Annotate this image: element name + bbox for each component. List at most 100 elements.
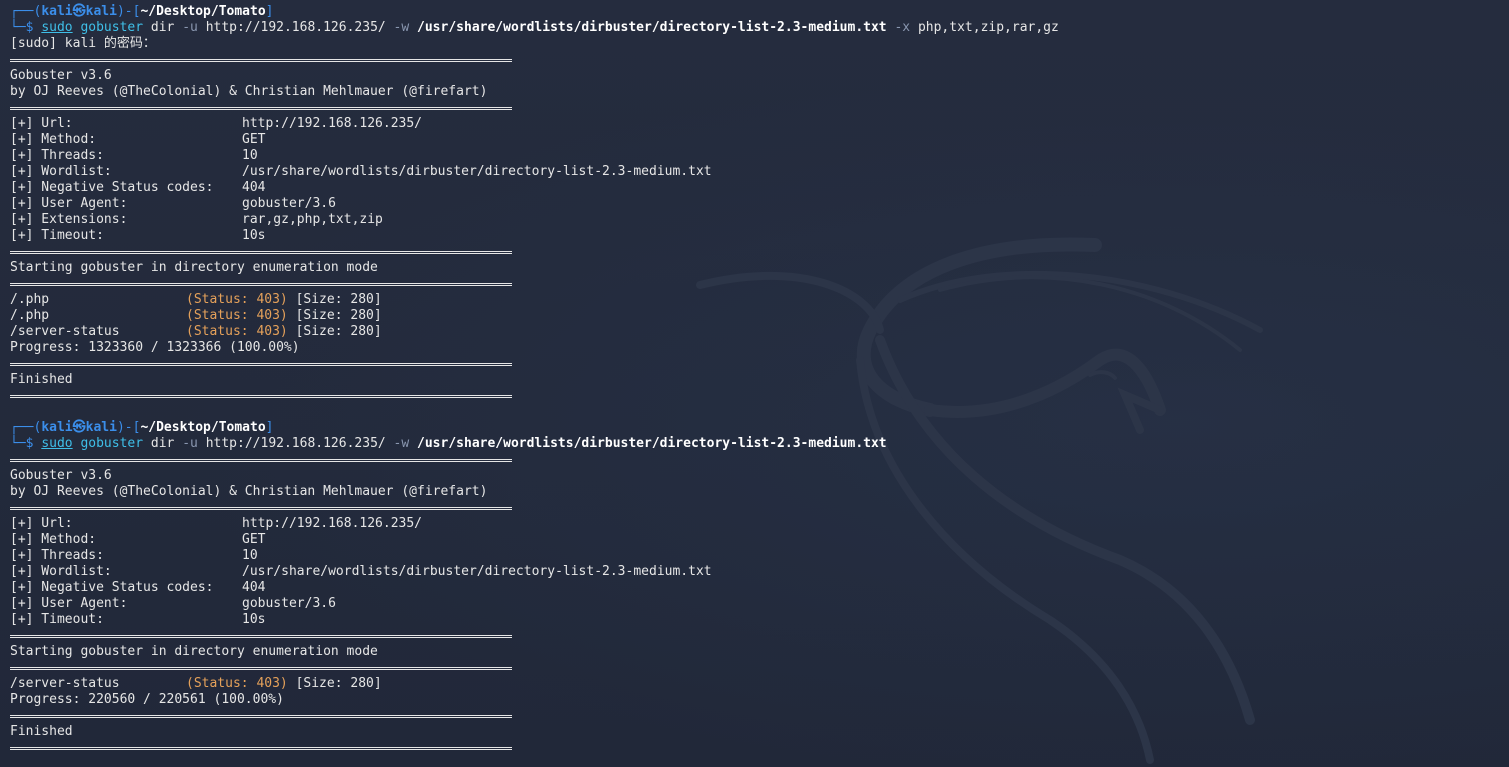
config-row: [+] Method: GET: [10, 132, 265, 148]
cmd-wordlist: /usr/share/wordlists/dirbuster/directory…: [417, 20, 887, 35]
finished-message: Finished: [10, 372, 73, 387]
config-row: [+] Threads: 10: [10, 148, 258, 164]
config-value: /usr/share/wordlists/dirbuster/directory…: [242, 164, 712, 179]
config-key: [+] User Agent:: [10, 196, 128, 211]
config-key: [+] Negative Status codes:: [10, 180, 214, 195]
prompt-cwd: ~/Desktop/Tomato: [140, 420, 266, 435]
result-size: [Size: 280]: [295, 292, 382, 307]
separator: [10, 363, 512, 366]
banner-authors: by OJ Reeves (@TheColonial) & Christian …: [10, 84, 488, 99]
config-key: [+] Threads:: [10, 548, 104, 563]
config-row: [+] Timeout: 10s: [10, 228, 265, 244]
config-row: [+] Url: http://192.168.126.235/: [10, 116, 422, 132]
cmd-program: gobuster: [80, 436, 144, 451]
separator: [10, 283, 512, 286]
prompt-header-2: ┌──(kali㉿kali)-[~/Desktop/Tomato]: [10, 420, 274, 436]
config-row: [+] User Agent: gobuster/3.6: [10, 596, 336, 612]
config-key: [+] Wordlist:: [10, 164, 112, 179]
separator: [10, 667, 512, 670]
config-row: [+] Url: http://192.168.126.235/: [10, 516, 422, 532]
result-status: (Status: 403): [186, 292, 288, 307]
config-key: [+] Url:: [10, 116, 73, 131]
cmd-flag-w: -w: [393, 436, 410, 451]
config-row: [+] Negative Status codes: 404: [10, 180, 265, 196]
config-row: [+] Timeout: 10s: [10, 612, 265, 628]
result-status: (Status: 403): [186, 324, 288, 339]
cmd-url: http://192.168.126.235/: [205, 20, 386, 35]
separator: [10, 715, 512, 718]
separator: [10, 59, 512, 62]
separator: [10, 395, 512, 398]
config-row: [+] Wordlist: /usr/share/wordlists/dirbus…: [10, 564, 712, 580]
cmd-wordlist: /usr/share/wordlists/dirbuster/directory…: [417, 436, 887, 451]
config-key: [+] Timeout:: [10, 612, 104, 627]
separator: [10, 747, 512, 750]
config-value: 10: [242, 148, 258, 163]
prompt-header-1: ┌──(kali㉿kali)-[~/Desktop/Tomato]: [10, 4, 274, 20]
separator: [10, 507, 512, 510]
config-value: GET: [242, 532, 266, 547]
command-line-1[interactable]: └─$ sudo gobuster dir -u http://192.168.…: [10, 20, 1059, 36]
separator: [10, 635, 512, 638]
terminal-window[interactable]: ┌──(kali㉿kali)-[~/Desktop/Tomato] └─$ su…: [0, 0, 1509, 767]
cmd-program: gobuster: [80, 20, 144, 35]
cmd-sudo: sudo: [41, 436, 73, 451]
mode-message: Starting gobuster in directory enumerati…: [10, 260, 378, 275]
config-value: gobuster/3.6: [242, 196, 336, 211]
config-value: 10s: [242, 612, 266, 627]
prompt-cwd: ~/Desktop/Tomato: [140, 4, 266, 19]
result-row: /.php (Status: 403) [Size: 280]: [10, 292, 382, 308]
config-key: [+] Wordlist:: [10, 564, 112, 579]
command-line-2[interactable]: └─$ sudo gobuster dir -u http://192.168.…: [10, 436, 887, 452]
config-row: [+] Threads: 10: [10, 548, 258, 564]
config-key: [+] Threads:: [10, 148, 104, 163]
config-value: http://192.168.126.235/: [242, 516, 423, 531]
config-key: [+] Method:: [10, 532, 97, 547]
config-value: 10: [242, 548, 258, 563]
cmd-flag-u: -u: [182, 20, 198, 35]
cmd-url: http://192.168.126.235/: [205, 436, 386, 451]
result-path: /.php: [10, 292, 50, 307]
config-value: 10s: [242, 228, 266, 243]
config-key: [+] Url:: [10, 516, 73, 531]
config-key: [+] Extensions:: [10, 212, 128, 227]
result-path: /server-status: [10, 324, 120, 339]
cmd-flag-x: -x: [894, 20, 911, 35]
cmd-flag-w: -w: [393, 20, 410, 35]
result-status: (Status: 403): [186, 308, 288, 323]
prompt-at-icon: ㉿: [72, 420, 86, 435]
result-size: [Size: 280]: [295, 308, 382, 323]
config-value: 404: [242, 180, 266, 195]
cmd-subcommand: dir: [150, 436, 175, 451]
config-key: [+] Negative Status codes:: [10, 580, 214, 595]
prompt-corner-top: ┌──(: [10, 4, 42, 19]
config-row: [+] Extensions: rar,gz,php,txt,zip: [10, 212, 383, 228]
prompt-user: kali: [41, 4, 73, 19]
result-size: [Size: 280]: [295, 324, 382, 339]
separator: [10, 251, 512, 254]
config-row: [+] Method: GET: [10, 532, 265, 548]
config-value: http://192.168.126.235/: [242, 116, 423, 131]
prompt-host: kali: [85, 420, 117, 435]
cmd-subcommand: dir: [150, 20, 175, 35]
cmd-sudo: sudo: [41, 20, 73, 35]
result-size: [Size: 280]: [295, 676, 382, 691]
config-value: 404: [242, 580, 266, 595]
result-path: /.php: [10, 308, 50, 323]
prompt-close: ]: [265, 4, 274, 19]
result-row: /server-status (Status: 403) [Size: 280]: [10, 676, 382, 692]
config-key: [+] Method:: [10, 132, 97, 147]
prompt-sep: )-[: [116, 4, 141, 19]
mode-message: Starting gobuster in directory enumerati…: [10, 644, 378, 659]
separator: [10, 459, 512, 462]
banner-version: Gobuster v3.6: [10, 468, 112, 483]
result-status: (Status: 403): [186, 676, 288, 691]
config-value: GET: [242, 132, 266, 147]
separator: [10, 107, 512, 110]
result-row: /.php (Status: 403) [Size: 280]: [10, 308, 382, 324]
config-key: [+] Timeout:: [10, 228, 104, 243]
progress-line: Progress: 1323360 / 1323366 (100.00%): [10, 340, 300, 355]
config-value: gobuster/3.6: [242, 596, 336, 611]
config-key: [+] User Agent:: [10, 596, 128, 611]
result-row: /server-status (Status: 403) [Size: 280]: [10, 324, 382, 340]
